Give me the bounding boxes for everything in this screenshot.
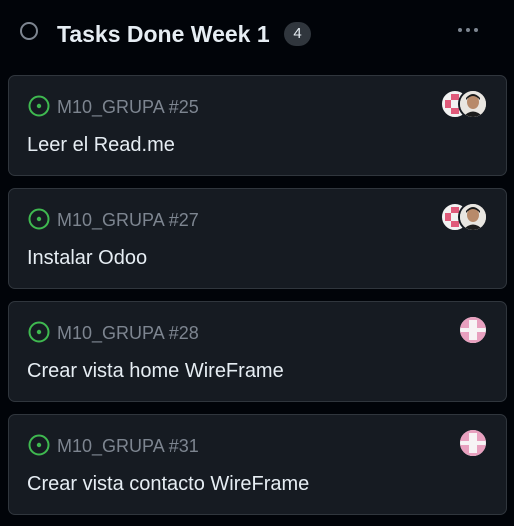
circle-outline-icon	[20, 22, 38, 40]
column-menu-button[interactable]	[450, 18, 486, 42]
issue-reference[interactable]: M10_GRUPA #27	[57, 209, 199, 231]
issue-card[interactable]: M10_GRUPA #25 Leer el Read.me	[8, 75, 507, 176]
assignee-avatars	[458, 428, 488, 460]
issue-open-icon	[28, 208, 50, 230]
issue-title[interactable]: Instalar Odoo	[27, 245, 147, 271]
issue-open-icon	[28, 434, 50, 456]
issue-title[interactable]: Crear vista home WireFrame	[27, 358, 284, 384]
column-title: Tasks Done Week 1	[57, 21, 270, 47]
item-count-badge: 4	[284, 22, 311, 46]
issue-reference[interactable]: M10_GRUPA #28	[57, 322, 199, 344]
kebab-horizontal-icon	[458, 28, 462, 32]
project-board-column: Tasks Done Week 1 4 M10_GRUPA #25 Leer e…	[0, 0, 514, 526]
issue-card[interactable]: M10_GRUPA #27 Instalar Odoo	[8, 188, 507, 289]
user-photo-avatar[interactable]	[458, 202, 488, 232]
issue-title[interactable]: Leer el Read.me	[27, 132, 175, 158]
identicon-avatar[interactable]	[458, 428, 488, 458]
issue-reference[interactable]: M10_GRUPA #25	[57, 96, 199, 118]
issue-open-icon	[28, 95, 50, 117]
issue-title[interactable]: Crear vista contacto WireFrame	[27, 471, 309, 497]
issue-card[interactable]: M10_GRUPA #28 Crear vista home WireFrame	[8, 301, 507, 402]
issue-reference[interactable]: M10_GRUPA #31	[57, 435, 199, 457]
identicon-avatar[interactable]	[458, 315, 488, 345]
issue-card[interactable]: M10_GRUPA #31 Crear vista contacto WireF…	[8, 414, 507, 515]
user-photo-avatar[interactable]	[458, 89, 488, 119]
assignee-avatars	[458, 315, 488, 347]
assignee-avatars	[440, 202, 488, 234]
kebab-dot	[466, 28, 470, 32]
assignee-avatars	[440, 89, 488, 121]
column-header: Tasks Done Week 1 4	[0, 0, 514, 68]
issue-open-icon	[28, 321, 50, 343]
kebab-dot	[474, 28, 478, 32]
